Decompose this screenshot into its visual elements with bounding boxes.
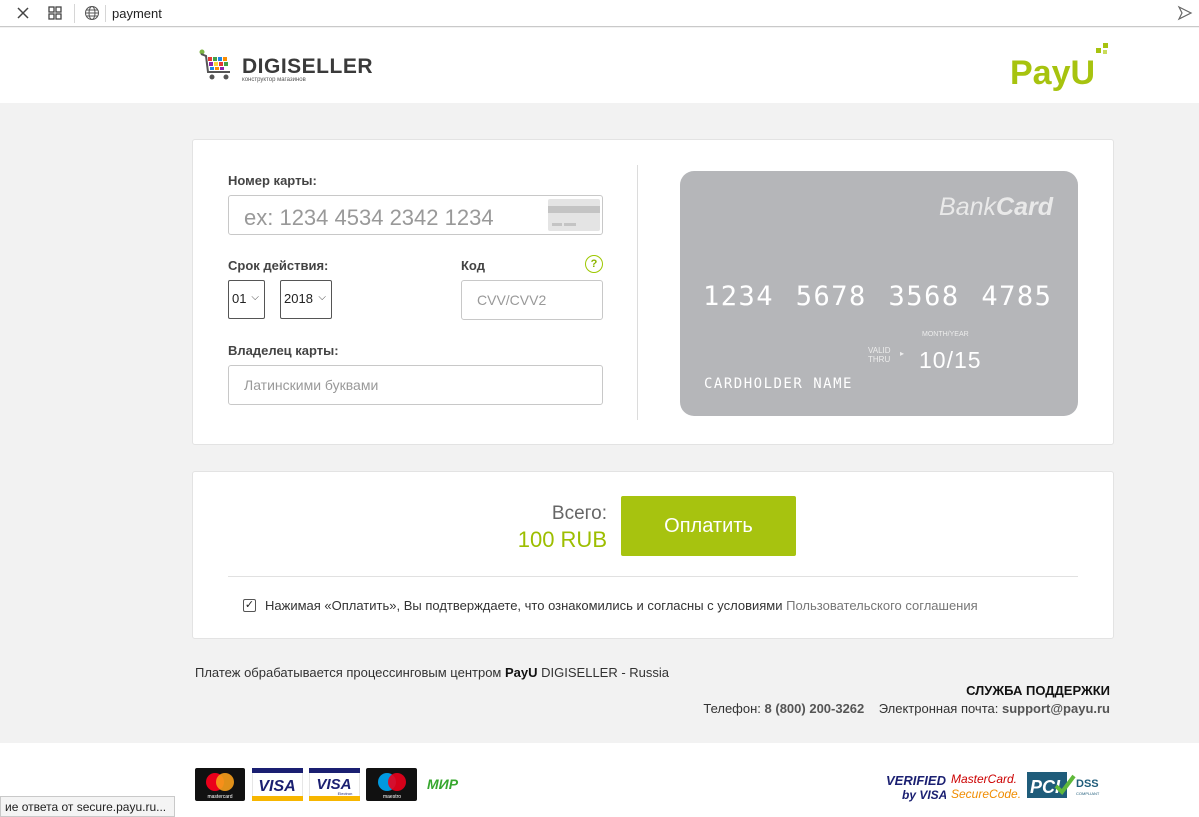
- support-title: СЛУЖБА ПОДДЕРЖКИ: [966, 683, 1110, 698]
- visa-logo: VISA: [252, 768, 303, 801]
- panel-divider: [637, 165, 638, 420]
- payu-logo-text: PayU: [1010, 54, 1095, 92]
- valid-thru-line2: THRU: [868, 355, 891, 364]
- card-preview-expiry: 10/15: [919, 347, 982, 373]
- close-icon[interactable]: [12, 3, 34, 23]
- user-agreement-link[interactable]: Пользовательского соглашения: [786, 598, 978, 613]
- visa-text: VISA: [258, 778, 295, 795]
- card-preview-number: 1234 5678 3568 4785: [703, 281, 1053, 312]
- total-amount: 100 RUB: [517, 527, 607, 552]
- chevron-down-icon: ⌵: [318, 292, 326, 303]
- address-bar[interactable]: payment: [112, 6, 162, 21]
- mir-logo: МИР: [427, 776, 459, 792]
- pay-button[interactable]: Оплатить: [621, 496, 796, 556]
- card-number-input[interactable]: ex: 1234 4534 2342 1234: [228, 195, 603, 235]
- processing-suffix: DIGISELLER - Russia: [541, 665, 670, 680]
- digiseller-logo-subtitle: конструктор магазинов: [242, 77, 306, 83]
- globe-icon: [84, 5, 100, 21]
- dss-sub: COMPLIANT: [1076, 791, 1100, 796]
- visa-electron-logo: VISA Electron: [309, 768, 360, 801]
- expiry-year-select[interactable]: 2018 ⌵: [280, 280, 332, 319]
- address-divider: [105, 5, 106, 22]
- payment-divider: [228, 576, 1078, 577]
- card-brand-bold: Card: [996, 193, 1053, 221]
- send-arrow-icon[interactable]: [1177, 5, 1193, 21]
- expiry-month-value: 01: [232, 291, 247, 306]
- valid-thru-line1: VALID: [868, 346, 891, 355]
- verified-by-visa-logo: VERIFIED by VISA: [886, 773, 946, 802]
- digiseller-logo-text: DIGISELLER: [242, 55, 374, 78]
- help-icon[interactable]: ?: [585, 255, 603, 273]
- mastercard-logo: mastercard: [195, 768, 245, 801]
- payu-logo: PayU: [1008, 40, 1118, 95]
- support-contacts: Телефон: 8 (800) 200-3262 Электронная по…: [703, 701, 1110, 716]
- visa-electron-sub: Electron: [338, 791, 353, 796]
- chevron-down-icon: ⌵: [251, 292, 259, 303]
- card-brand-light: Bank: [939, 193, 997, 221]
- card-preview-valid-thru: VALID THRU: [868, 346, 891, 364]
- processing-brand: PayU: [505, 665, 538, 680]
- card-number-label: Номер карты:: [228, 173, 317, 188]
- pci-dss-logo: PCI DSS COMPLIANT: [1027, 772, 1100, 798]
- expiry-label: Срок действия:: [228, 258, 329, 273]
- email-link[interactable]: support@payu.ru: [1002, 701, 1110, 716]
- shopping-cart-icon: [199, 49, 230, 80]
- dss-text: DSS: [1076, 778, 1099, 790]
- securecode-line1: MasterCard.: [951, 772, 1017, 786]
- email-label: Электронная почта:: [878, 701, 999, 716]
- valid-thru-arrow-icon: ▸: [900, 349, 905, 358]
- card-preview-month-year-label: MONTH/YEAR: [922, 331, 969, 338]
- agree-checkbox[interactable]: ✓: [243, 599, 256, 612]
- browser-toolbar: payment: [0, 0, 1199, 27]
- toolbar-divider: [74, 4, 75, 23]
- mastercard-text: mastercard: [207, 794, 232, 800]
- status-bar: ие ответа от secure.payu.ru...: [0, 796, 175, 817]
- processing-info: Платеж обрабатывается процессинговым цен…: [195, 665, 669, 680]
- digiseller-logo: DIGISELLER конструктор магазинов: [198, 48, 373, 88]
- expiry-year-value: 2018: [284, 291, 313, 306]
- credit-card-icon: [548, 199, 600, 231]
- card-preview: BankCard 1234 5678 3568 4785 MONTH/YEAR …: [680, 171, 1078, 416]
- cardholder-label: Владелец карты:: [228, 343, 339, 358]
- verified-by-visa-line2: by VISA: [902, 788, 946, 802]
- cvv-input[interactable]: CVV/CVV2: [461, 280, 603, 320]
- total-label: Всего:: [551, 503, 607, 524]
- cardholder-input[interactable]: Латинскими буквами: [228, 365, 603, 405]
- expiry-month-select[interactable]: 01 ⌵: [228, 280, 265, 319]
- card-preview-holder: CARDHOLDER NAME: [704, 376, 853, 392]
- phone-label: Телефон:: [703, 701, 761, 716]
- maestro-logo: maestro: [366, 768, 417, 801]
- phone-number: 8 (800) 200-3262: [764, 701, 865, 716]
- cvv-label: Код: [461, 258, 485, 273]
- verified-by-visa-line1: VERIFIED: [886, 773, 946, 788]
- grid-icon[interactable]: [44, 3, 66, 23]
- mir-text: МИР: [427, 776, 459, 792]
- mastercard-securecode-logo: MasterCard. SecureCode.: [951, 772, 1021, 801]
- agree-text: Нажимая «Оплатить», Вы подтверждаете, чт…: [265, 598, 978, 613]
- card-brand: BankCard: [939, 193, 1053, 222]
- securecode-line2: SecureCode.: [951, 787, 1021, 801]
- processing-prefix: Платеж обрабатывается процессинговым цен…: [195, 665, 502, 680]
- maestro-text: maestro: [383, 794, 401, 800]
- agree-text-body: Нажимая «Оплатить», Вы подтверждаете, чт…: [265, 598, 783, 613]
